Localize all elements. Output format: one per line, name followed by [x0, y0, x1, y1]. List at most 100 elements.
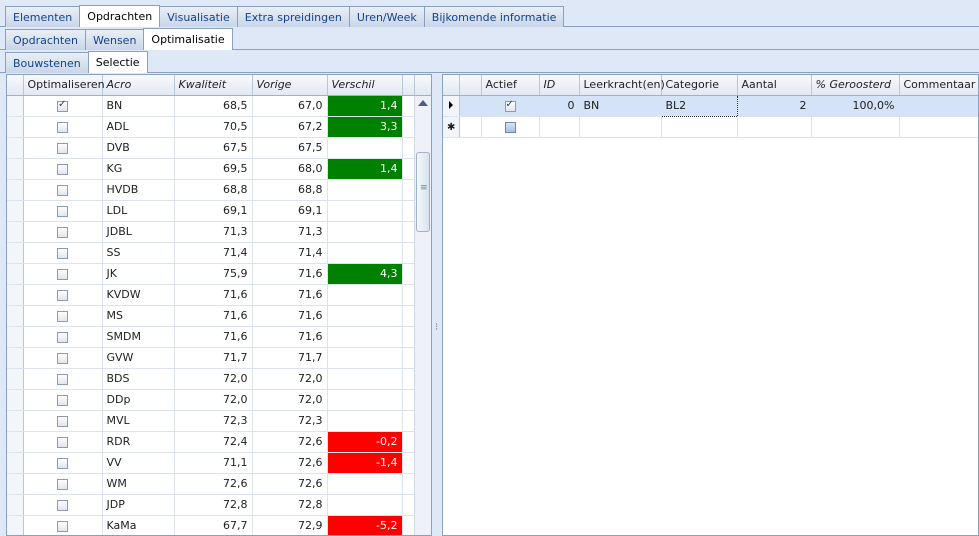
row-indicator[interactable]: [7, 368, 24, 390]
optimaliseren-checkbox[interactable]: [57, 99, 68, 112]
cell-vorige[interactable]: 72,6: [252, 452, 328, 474]
cell-verschil[interactable]: 4,3: [327, 263, 403, 285]
cell-optimaliseren[interactable]: [23, 431, 103, 453]
tab-wensen[interactable]: Wensen: [84, 29, 145, 50]
cell-acro[interactable]: BN: [102, 95, 175, 117]
cell-optimaliseren[interactable]: [23, 410, 103, 432]
table-row[interactable]: GVW 71,7 71,7: [7, 347, 417, 369]
table-row[interactable]: RDR 72,4 72,6 -0,2: [7, 431, 417, 453]
cell-id[interactable]: 0: [539, 95, 580, 117]
cell-optimaliseren[interactable]: [23, 200, 103, 222]
cell-kwaliteit[interactable]: 70,5: [174, 116, 253, 138]
vertical-scrollbar[interactable]: ≡: [414, 96, 431, 535]
tab-bouwstenen[interactable]: Bouwstenen: [5, 52, 89, 73]
cell-verschil[interactable]: [327, 326, 403, 348]
cell-vorige[interactable]: 71,6: [252, 263, 328, 285]
optimaliseren-checkbox[interactable]: [57, 415, 68, 427]
cell-kwaliteit[interactable]: 75,9: [174, 263, 253, 285]
row-indicator[interactable]: [7, 263, 24, 285]
cell-acro[interactable]: MVL: [102, 410, 175, 432]
cell-kwaliteit[interactable]: 72,8: [174, 494, 253, 516]
cell-vorige[interactable]: 72,6: [252, 431, 328, 453]
row-indicator[interactable]: [7, 452, 24, 474]
cell-verschil[interactable]: [327, 179, 403, 201]
optimaliseren-checkbox[interactable]: [57, 520, 68, 532]
cell-vorige[interactable]: 72,3: [252, 410, 328, 432]
row-indicator[interactable]: [7, 116, 24, 138]
cell-kwaliteit[interactable]: 69,1: [174, 200, 253, 222]
cell-verschil[interactable]: [327, 284, 403, 306]
cell-verschil[interactable]: 1,4: [327, 158, 403, 180]
cell-verschil[interactable]: [327, 242, 403, 264]
cell-acro[interactable]: DVB: [102, 137, 175, 159]
table-row[interactable]: JDP 72,8 72,8: [7, 494, 417, 516]
optimaliseren-checkbox[interactable]: [57, 457, 68, 469]
cell-vorige[interactable]: 72,0: [252, 368, 328, 390]
column-header-actief[interactable]: Actief: [481, 75, 540, 96]
cell-leerkracht[interactable]: [579, 116, 662, 138]
cell-acro[interactable]: KG: [102, 158, 175, 180]
cell-categorie[interactable]: BL2: [660, 94, 738, 117]
cell-acro[interactable]: SMDM: [102, 326, 175, 348]
optimaliseren-checkbox[interactable]: [57, 121, 68, 133]
cell-verschil[interactable]: -0,2: [327, 431, 403, 453]
row-indicator[interactable]: ✱: [443, 116, 460, 138]
cell-optimaliseren[interactable]: [23, 452, 103, 474]
cell-optimaliseren[interactable]: [23, 473, 103, 495]
cell-verschil[interactable]: [327, 389, 403, 411]
table-row[interactable]: WM 72,6 72,6: [7, 473, 417, 495]
tab-bijkomende-informatie[interactable]: Bijkomende informatie: [423, 6, 565, 27]
column-header-verschil[interactable]: Verschil: [327, 75, 403, 96]
tab-elementen[interactable]: Elementen: [5, 6, 81, 27]
cell-kwaliteit[interactable]: 72,0: [174, 368, 253, 390]
scroll-up-arrow-icon[interactable]: [418, 100, 428, 106]
cell-acro[interactable]: MS: [102, 305, 175, 327]
cell-id[interactable]: [539, 116, 580, 138]
new-row[interactable]: ✱: [443, 116, 978, 138]
cell-verschil[interactable]: 1,4: [327, 95, 403, 117]
row-indicator[interactable]: [7, 347, 24, 369]
cell-acro[interactable]: LDL: [102, 200, 175, 222]
cell-optimaliseren[interactable]: [23, 515, 103, 535]
cell-verschil[interactable]: [327, 410, 403, 432]
cell-acro[interactable]: KVDW: [102, 284, 175, 306]
table-row[interactable]: VV 71,1 72,6 -1,4: [7, 452, 417, 474]
panel-splitter[interactable]: ⁝: [432, 74, 442, 536]
table-row[interactable]: HVDB 68,8 68,8: [7, 179, 417, 201]
row-indicator[interactable]: [7, 305, 24, 327]
cell-kwaliteit[interactable]: 71,7: [174, 347, 253, 369]
cell-kwaliteit[interactable]: 72,6: [174, 473, 253, 495]
cell-acro[interactable]: SS: [102, 242, 175, 264]
cell-verschil[interactable]: [327, 347, 403, 369]
cell-optimaliseren[interactable]: [23, 116, 103, 138]
optimaliseren-checkbox[interactable]: [57, 310, 68, 322]
row-indicator[interactable]: [7, 431, 24, 453]
row-indicator[interactable]: [7, 179, 24, 201]
cell-acro[interactable]: GVW: [102, 347, 175, 369]
row-indicator[interactable]: [7, 242, 24, 264]
cell-categorie[interactable]: [661, 116, 738, 138]
cell-optimaliseren[interactable]: [23, 347, 103, 369]
cell-verschil[interactable]: [327, 137, 403, 159]
optimaliseren-checkbox[interactable]: [57, 205, 68, 217]
cell-kwaliteit[interactable]: 69,5: [174, 158, 253, 180]
column-header-commentaar[interactable]: Commentaar: [899, 75, 978, 96]
row-indicator[interactable]: [7, 137, 24, 159]
cell-vorige[interactable]: 71,7: [252, 347, 328, 369]
table-row[interactable]: KVDW 71,6 71,6: [7, 284, 417, 306]
cell-vorige[interactable]: 67,2: [252, 116, 328, 138]
cell-verschil[interactable]: [327, 200, 403, 222]
cell-kwaliteit[interactable]: 71,6: [174, 305, 253, 327]
cell-kwaliteit[interactable]: 71,6: [174, 284, 253, 306]
row-indicator[interactable]: [7, 326, 24, 348]
cell-vorige[interactable]: 67,0: [252, 95, 328, 117]
row-indicator[interactable]: [7, 284, 24, 306]
table-row[interactable]: KG 69,5 68,0 1,4: [7, 158, 417, 180]
cell-vorige[interactable]: 71,6: [252, 305, 328, 327]
cell-vorige[interactable]: 71,6: [252, 284, 328, 306]
table-row[interactable]: LDL 69,1 69,1: [7, 200, 417, 222]
scrollbar-thumb[interactable]: ≡: [416, 152, 430, 232]
cell-commentaar[interactable]: [899, 95, 978, 117]
cell-optimaliseren[interactable]: [23, 326, 103, 348]
optimaliseren-checkbox[interactable]: [57, 226, 68, 238]
